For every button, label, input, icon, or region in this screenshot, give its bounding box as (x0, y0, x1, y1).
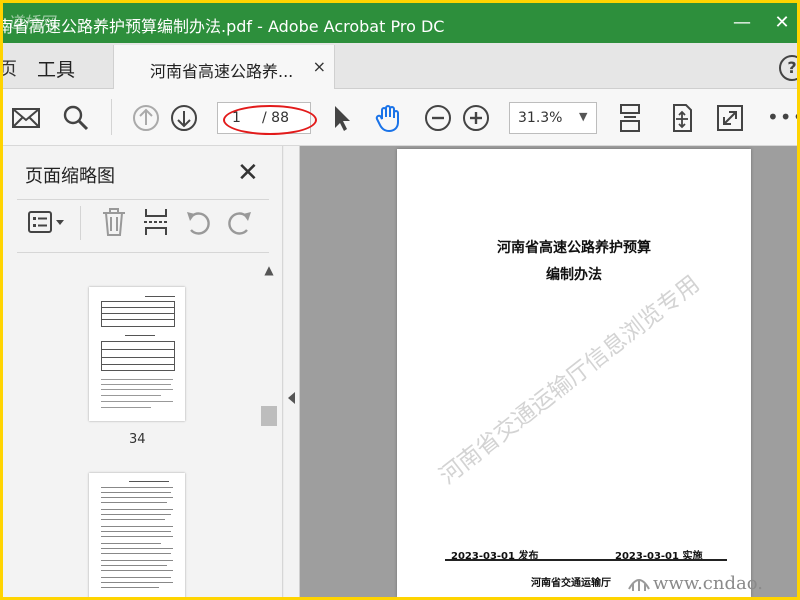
document-watermark: 河南省交通运输厅信息浏览专用 (434, 270, 705, 490)
toolbar: 1 / 88 31.3% ▼ •• (3, 89, 797, 146)
chevron-left-icon[interactable] (288, 392, 296, 404)
zoom-in-icon[interactable] (461, 103, 491, 133)
zoom-value: 31.3% (518, 110, 563, 126)
divider (80, 206, 81, 240)
fit-page-icon[interactable] (615, 103, 645, 133)
rotate-left-icon[interactable] (183, 206, 213, 238)
arrow-down-icon[interactable] (169, 103, 199, 133)
panel-toggle-strip[interactable] (284, 146, 300, 597)
trash-icon[interactable] (99, 206, 129, 238)
arrow-up-icon[interactable] (131, 103, 161, 133)
hand-icon[interactable] (373, 103, 403, 133)
thumbnail-page-number: 34 (129, 432, 146, 447)
thumbnail-scrollbar[interactable] (261, 263, 277, 597)
divider (17, 199, 269, 200)
tab-document-label: 河南省高速公路养... (150, 62, 294, 81)
scroll-up-icon[interactable]: ▲ (261, 263, 277, 279)
insert-page-icon[interactable] (141, 206, 171, 238)
fullscreen-icon[interactable] (715, 103, 745, 133)
tab-document[interactable]: 河南省高速公路养... × (113, 45, 335, 89)
panel-close-button[interactable]: ✕ (237, 158, 259, 188)
zoom-out-icon[interactable] (423, 103, 453, 133)
document-subtitle: 编制办法 (546, 267, 602, 283)
document-issuer: 河南省交通运输厅 (531, 578, 611, 589)
minimize-button[interactable]: — (729, 11, 755, 35)
pointer-icon[interactable] (327, 103, 357, 133)
scroll-mode-icon[interactable] (667, 103, 697, 133)
toolbar-separator (111, 99, 112, 135)
scrollbar-thumb[interactable] (261, 406, 277, 426)
thumbnail-options-icon[interactable] (25, 206, 69, 238)
zoom-select[interactable]: 31.3% ▼ (509, 102, 597, 134)
mail-icon[interactable] (11, 103, 41, 133)
thumbnails-panel: 页面缩略图 ✕ ▲ 34 (3, 146, 283, 597)
site-watermark-icon (628, 579, 650, 591)
chevron-down-icon: ▼ (579, 110, 588, 123)
tab-home[interactable]: 页 (3, 55, 17, 81)
close-window-button[interactable]: ✕ (769, 11, 795, 35)
more-options-button[interactable]: ••• (767, 105, 797, 129)
divider (445, 559, 727, 561)
tab-bar: 页 工具 河南省高速公路养... × ? (3, 43, 797, 89)
title-bar: 道桥网 南省高速公路养护预算编制办法.pdf - Adobe Acrobat P… (3, 3, 797, 43)
divider (17, 252, 269, 253)
panel-title: 页面缩略图 (25, 166, 115, 187)
window-title: 南省高速公路养护预算编制办法.pdf - Adobe Acrobat Pro D… (3, 17, 445, 36)
app-window: 道桥网 南省高速公路养护预算编制办法.pdf - Adobe Acrobat P… (3, 3, 797, 597)
tab-close-button[interactable]: × (313, 57, 326, 76)
page-thumbnail[interactable] (89, 287, 185, 421)
page-thumbnail[interactable] (89, 473, 185, 597)
tab-tools[interactable]: 工具 (37, 55, 75, 82)
pdf-page: 河南省高速公路养护预算 编制办法 河南省交通运输厅信息浏览专用 2023-03-… (397, 149, 751, 597)
site-watermark: www.cndao. (653, 573, 763, 594)
search-icon[interactable] (61, 103, 91, 133)
annotation-circle (223, 105, 317, 135)
help-icon[interactable]: ? (779, 55, 797, 81)
document-title: 河南省高速公路养护预算 (497, 240, 651, 256)
rotate-right-icon[interactable] (225, 206, 255, 238)
